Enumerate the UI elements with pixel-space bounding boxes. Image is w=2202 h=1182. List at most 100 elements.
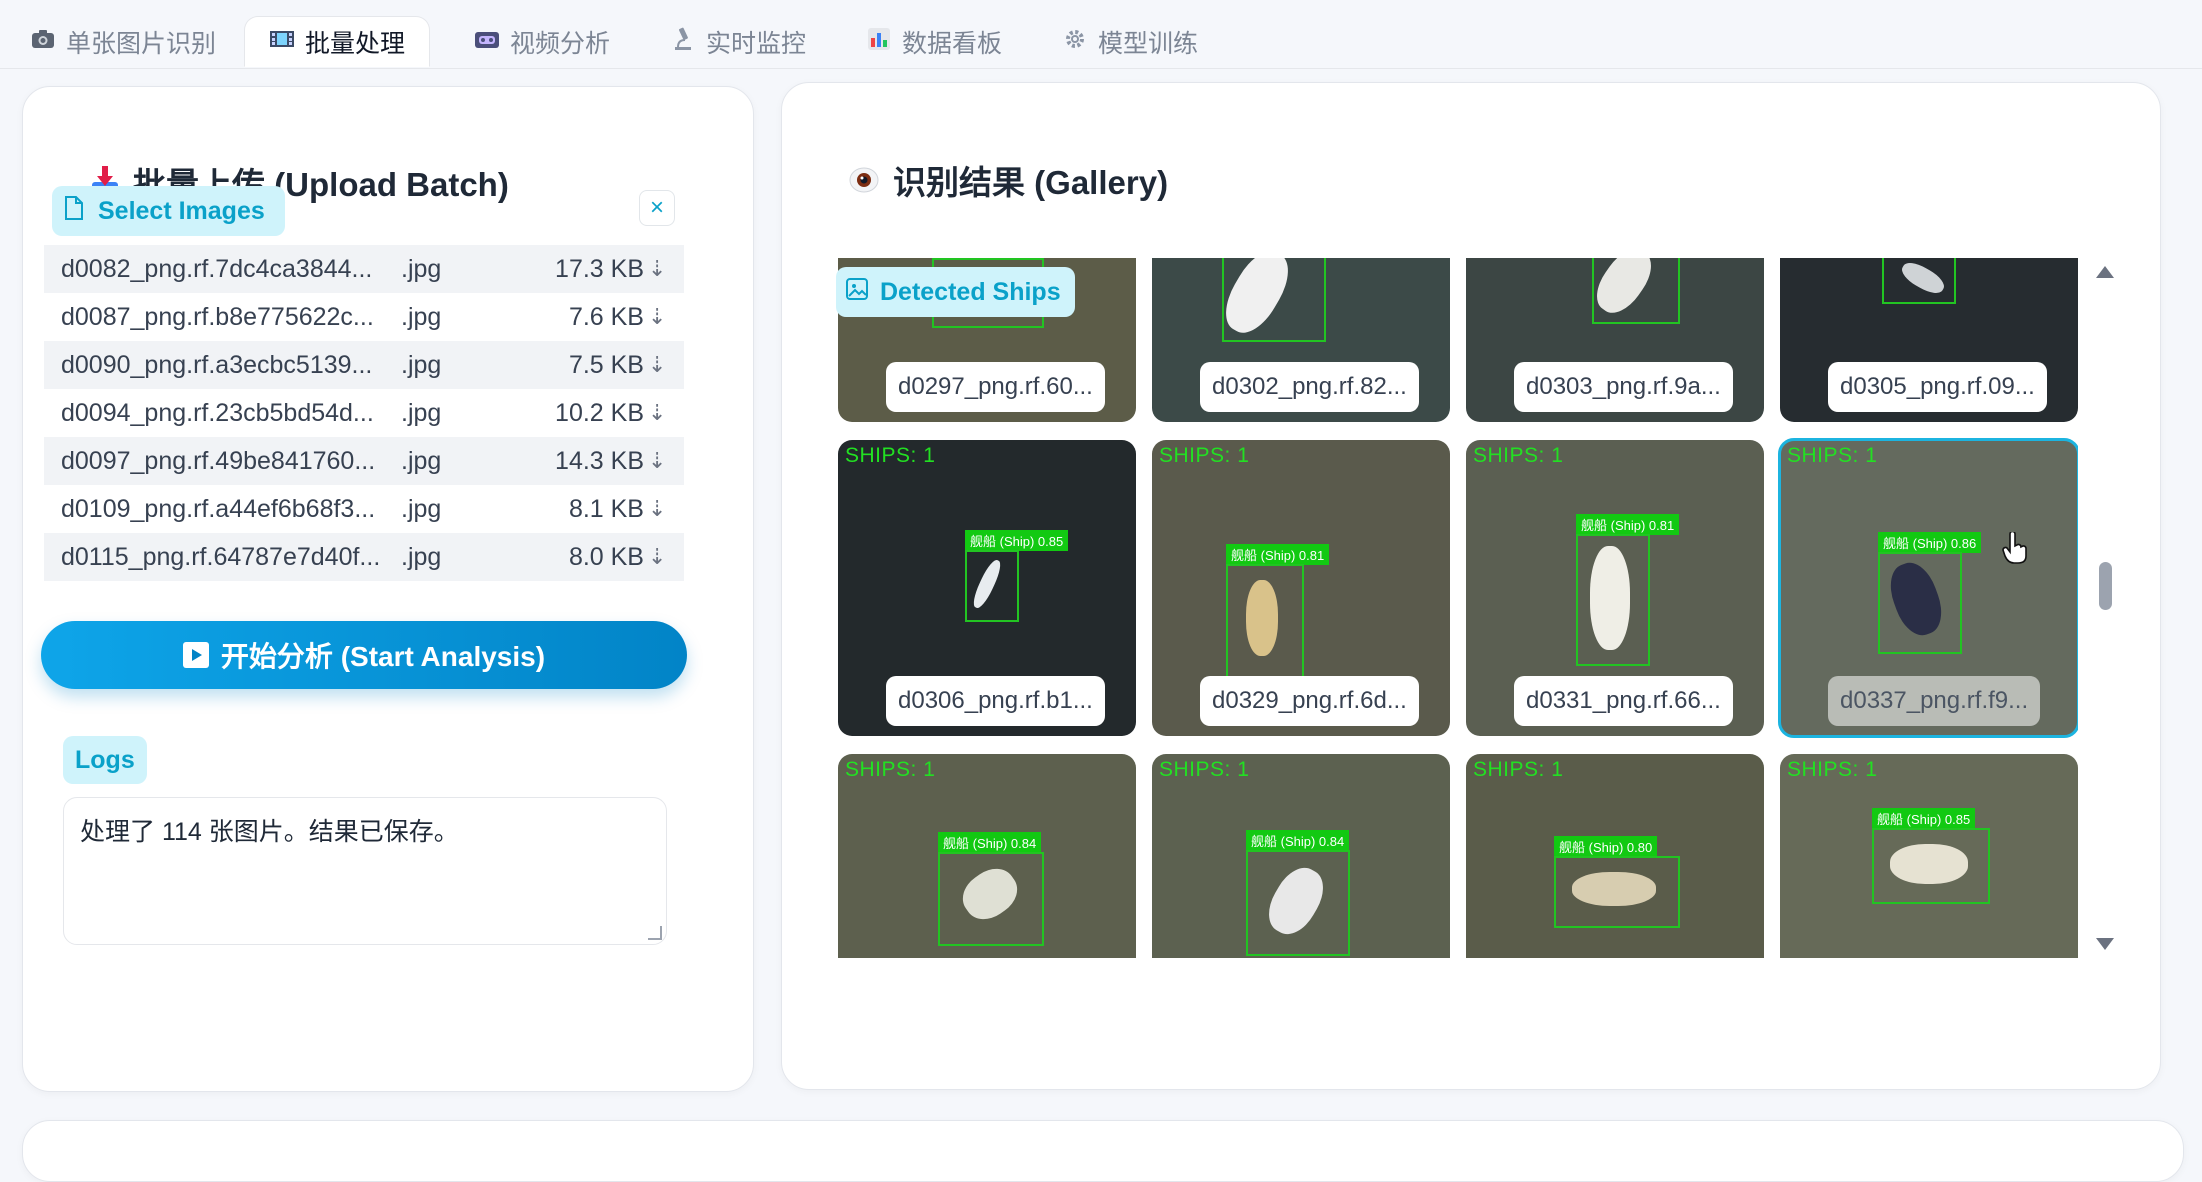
ship-count-label: SHIPS: 1: [845, 758, 936, 781]
download-icon[interactable]: ⇣: [648, 496, 666, 522]
gallery-thumbnail-selected[interactable]: SHIPS: 1 舰船 (Ship) 0.86 d0337_png.rf.f9.…: [1778, 438, 2078, 738]
resize-handle[interactable]: [648, 926, 662, 940]
file-row: d0115_png.rf.64787e7d40f... .jpg 8.0 KB …: [44, 533, 684, 581]
tab-label: 批量处理: [305, 29, 406, 58]
file-size: 17.3 KB: [555, 254, 644, 283]
file-ext: .jpg: [401, 302, 442, 331]
film-icon: [269, 29, 295, 55]
detection-label: 舰船 (Ship) 0.84: [1246, 830, 1350, 851]
select-images-label: Select Images: [98, 196, 265, 225]
download-icon[interactable]: ⇣: [648, 256, 666, 282]
tab-model-training[interactable]: 模型训练: [1038, 16, 1222, 67]
detection-label: 舰船 (Ship) 0.85: [965, 530, 1069, 551]
thumbnail-caption: d0303_png.rf.9a...: [1514, 362, 1733, 412]
file-name: d0087_png.rf.b8e775622c...: [61, 302, 374, 331]
ship-count-label: SHIPS: 1: [1159, 758, 1250, 781]
file-row: d0082_png.rf.7dc4ca3844... .jpg 17.3 KB …: [44, 245, 684, 293]
tab-label: 实时监控: [706, 29, 807, 58]
thumbnail-caption: d0297_png.rf.60...: [886, 362, 1105, 412]
scroll-up-arrow-icon[interactable]: [2096, 266, 2114, 278]
file-name: d0082_png.rf.7dc4ca3844...: [61, 254, 373, 283]
file-ext: .jpg: [401, 542, 442, 571]
microscope-icon: [670, 27, 696, 57]
file-ext: .jpg: [401, 446, 442, 475]
download-icon[interactable]: ⇣: [648, 544, 666, 570]
detection-label: 舰船 (Ship) 0.81: [1576, 514, 1680, 535]
tab-bar: 单张图片识别 批量处理 视频分析 实时监控 数据看板 模型训练: [0, 0, 2202, 69]
detection-label: 舰船 (Ship) 0.80: [1554, 836, 1658, 857]
gallery-thumbnail[interactable]: SHIPS: 1 舰船 (Ship) 0.84: [1152, 754, 1450, 958]
eye-icon: [849, 165, 879, 195]
gallery-thumbnail[interactable]: SHIPS: 1 舰船 (Ship) 0.84: [838, 754, 1136, 958]
file-size: 7.5 KB: [568, 350, 644, 379]
download-icon[interactable]: ⇣: [648, 448, 666, 474]
scrollbar-thumb[interactable]: [2099, 562, 2112, 610]
gallery-thumbnail[interactable]: SHIPS: 1 舰船 (Ship) 0.81 d0329_png.rf.6d.…: [1152, 440, 1450, 736]
detection-label: 舰船 (Ship) 0.85: [1872, 808, 1976, 829]
logs-label: Logs: [63, 736, 147, 784]
play-icon: [182, 642, 209, 668]
file-row: d0090_png.rf.a3ecbc5139... .jpg 7.5 KB ⇣: [44, 341, 684, 389]
download-icon[interactable]: ⇣: [648, 400, 666, 426]
ship-count-label: SHIPS: 1: [1473, 444, 1564, 467]
videotape-icon: [474, 29, 500, 55]
gallery-thumbnail[interactable]: SHIPS: 1 舰船 (Ship) 0.80: [1466, 754, 1764, 958]
download-icon[interactable]: ⇣: [648, 352, 666, 378]
camera-icon: [30, 29, 56, 55]
gallery-grid: d0297_png.rf.60... d0302_png.rf.82... d0…: [838, 258, 2078, 958]
select-images-button[interactable]: Select Images: [52, 186, 285, 236]
thumbnail-caption: d0329_png.rf.6d...: [1200, 676, 1419, 726]
gallery-scrollbar[interactable]: [2096, 258, 2114, 958]
tab-realtime-monitor[interactable]: 实时监控: [646, 16, 830, 67]
ship-count-label: SHIPS: 1: [1473, 758, 1564, 781]
tab-label: 模型训练: [1098, 29, 1199, 58]
clear-files-button[interactable]: ×: [639, 190, 675, 226]
thumbnail-caption: d0331_png.rf.66...: [1514, 676, 1733, 726]
hand-pointer-icon: [2002, 530, 2028, 572]
gallery-thumbnail[interactable]: d0305_png.rf.09...: [1780, 258, 2078, 422]
detection-label: 舰船 (Ship) 0.81: [1226, 544, 1330, 565]
tab-dashboard[interactable]: 数据看板: [842, 16, 1026, 67]
logs-textarea[interactable]: 处理了 114 张图片。结果已保存。: [63, 797, 667, 945]
gallery-thumbnail[interactable]: d0303_png.rf.9a...: [1466, 258, 1764, 422]
file-name: d0094_png.rf.23cb5bd54d...: [61, 398, 374, 427]
tab-label: 数据看板: [902, 29, 1003, 58]
gallery-title: 识别结果 (Gallery): [849, 156, 1168, 204]
gallery-thumbnail[interactable]: d0302_png.rf.82...: [1152, 258, 1450, 422]
tab-label: 单张图片识别: [66, 29, 217, 58]
gallery-thumbnail[interactable]: SHIPS: 1 舰船 (Ship) 0.85 d0306_png.rf.b1.…: [838, 440, 1136, 736]
file-size: 14.3 KB: [555, 446, 644, 475]
bar-chart-icon: [866, 27, 892, 56]
file-ext: .jpg: [401, 494, 442, 523]
file-ext: .jpg: [401, 254, 442, 283]
detected-ships-label: Detected Ships: [880, 277, 1061, 306]
thumbnail-caption: d0337_png.rf.f9...: [1828, 676, 2041, 726]
start-analysis-button[interactable]: 开始分析 (Start Analysis): [41, 621, 687, 689]
scroll-down-arrow-icon[interactable]: [2096, 938, 2114, 950]
gallery-thumbnail[interactable]: SHIPS: 1 舰船 (Ship) 0.85: [1780, 754, 2078, 958]
ship-count-label: SHIPS: 1: [1787, 758, 1878, 781]
detection-label: 舰船 (Ship) 0.84: [938, 832, 1042, 853]
detection-label: 舰船 (Ship) 0.86: [1878, 532, 1982, 553]
gallery-thumbnail[interactable]: SHIPS: 1 舰船 (Ship) 0.81 d0331_png.rf.66.…: [1466, 440, 1764, 736]
tab-single-image[interactable]: 单张图片识别: [6, 16, 240, 67]
file-ext: .jpg: [401, 398, 442, 427]
bottom-panel: [22, 1120, 2184, 1182]
file-ext: .jpg: [401, 350, 442, 379]
detected-ships-badge: Detected Ships: [836, 267, 1075, 317]
tab-batch-processing[interactable]: 批量处理: [244, 16, 431, 67]
tab-video-analysis[interactable]: 视频分析: [450, 16, 634, 67]
file-size: 8.0 KB: [568, 542, 644, 571]
file-list: d0082_png.rf.7dc4ca3844... .jpg 17.3 KB …: [44, 245, 684, 581]
file-name: d0097_png.rf.49be841760...: [61, 446, 376, 475]
file-name: d0109_png.rf.a44ef6b68f3...: [61, 494, 376, 523]
ship-count-label: SHIPS: 1: [1787, 444, 1878, 467]
start-analysis-label: 开始分析 (Start Analysis): [220, 641, 546, 672]
file-size: 7.6 KB: [568, 302, 644, 331]
file-size: 10.2 KB: [555, 398, 644, 427]
download-icon[interactable]: ⇣: [648, 304, 666, 330]
ship-count-label: SHIPS: 1: [845, 444, 936, 467]
ship-count-label: SHIPS: 1: [1159, 444, 1250, 467]
file-name: d0090_png.rf.a3ecbc5139...: [61, 350, 373, 379]
image-icon: [846, 277, 868, 307]
